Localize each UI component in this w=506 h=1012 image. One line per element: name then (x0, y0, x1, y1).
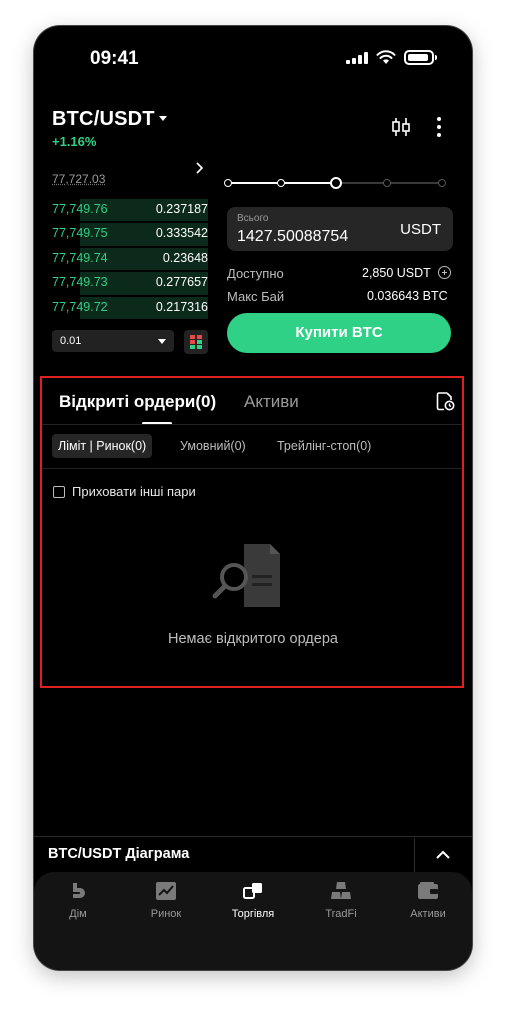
cellular-signal-icon (346, 52, 368, 64)
orderbook-row[interactable]: 77,749.73 0.277657 (52, 271, 208, 295)
bid-quantity: 0.237187 (155, 202, 208, 216)
chevron-down-icon (158, 339, 166, 344)
order-history-icon[interactable] (434, 390, 456, 412)
chevron-up-icon[interactable] (430, 844, 456, 866)
filter-conditional[interactable]: Умовний(0) (180, 434, 246, 458)
tab-assets[interactable]: Активи (244, 392, 299, 412)
nav-item-market[interactable]: Ринок (122, 872, 210, 936)
nav-label: Торгівля (231, 908, 275, 920)
divider (42, 468, 462, 469)
bid-price: 77,749.72 (52, 299, 108, 314)
nav-item-trade[interactable]: Торгівля (209, 872, 297, 936)
buy-button-label: Купити BTC (295, 324, 383, 341)
orderbook-row[interactable]: 77,749.75 0.333542 (52, 222, 208, 246)
slider-handle[interactable] (330, 177, 342, 189)
bottom-nav: Дім Ринок Торгівля TradFi Активи (34, 872, 472, 970)
gold-bars-icon (331, 882, 351, 899)
wifi-icon (376, 50, 396, 64)
nav-item-tradfi[interactable]: TradFi (297, 872, 385, 936)
amount-slider[interactable] (224, 176, 446, 190)
status-time: 09:41 (90, 48, 139, 69)
empty-document-search-icon (212, 544, 280, 607)
trade-icon (243, 883, 262, 899)
candlestick-chart-icon[interactable] (390, 116, 412, 138)
orderbook-row[interactable]: 77,749.76 0.237187 (52, 198, 208, 222)
bid-price: 77,749.74 (52, 250, 108, 265)
nav-label: Активи (410, 908, 446, 920)
total-unit: USDT (400, 221, 441, 238)
filter-limit-market[interactable]: Ліміт | Ринок(0) (52, 434, 153, 458)
bid-quantity: 0.217316 (155, 299, 208, 314)
chevron-right-icon[interactable] (194, 162, 206, 174)
total-value[interactable]: 1427.50088754 (237, 228, 348, 246)
orderbook-bids: 77,749.76 0.237187 77,749.75 0.333542 77,749… (52, 198, 208, 320)
bid-quantity: 0.23648 (162, 250, 208, 265)
bid-quantity: 0.333542 (155, 226, 208, 241)
wallet-icon (418, 882, 438, 899)
nav-label: Ринок (150, 908, 182, 920)
max-buy-label: Макс Бай (227, 289, 285, 304)
more-options-icon[interactable] (434, 116, 444, 138)
tab-open-orders[interactable]: Відкриті ордери(0) (59, 392, 216, 412)
hide-other-pairs-checkbox[interactable] (53, 486, 65, 498)
pair-selector[interactable]: BTC/USDT (52, 108, 155, 131)
nav-item-home[interactable]: Дім (34, 872, 122, 936)
home-icon (73, 883, 85, 898)
total-label: Всього (237, 213, 269, 224)
price-step-value: 0.01 (60, 335, 82, 347)
buy-button[interactable]: Купити BTC (227, 313, 451, 353)
max-buy-value: 0.036643 BTC (367, 289, 448, 303)
available-label: Доступно (227, 266, 284, 281)
divider (42, 424, 462, 425)
divider (414, 838, 415, 872)
orderbook-last-price: 77,727.03 (52, 172, 106, 186)
bid-price: 77,749.73 (52, 275, 108, 290)
bid-price: 77,749.75 (52, 226, 108, 241)
battery-icon (404, 50, 437, 65)
phone-screen: 09:41 BTC/USDT +1.16% 77,727.03 77,749.7… (34, 26, 472, 970)
divider (34, 836, 472, 837)
nav-label: TradFi (325, 908, 357, 920)
pair-dropdown-icon[interactable] (159, 116, 167, 121)
orderbook-row[interactable]: 77,749.74 0.23648 (52, 247, 208, 271)
empty-state-text: Немає відкритого ордера (168, 631, 338, 647)
filter-trailing-stop[interactable]: Трейлінг-стоп(0) (277, 434, 371, 458)
price-step-select[interactable]: 0.01 (52, 330, 174, 352)
hide-other-pairs-label[interactable]: Приховати інші пари (72, 484, 196, 499)
nav-item-assets[interactable]: Активи (384, 872, 472, 936)
available-value: 2,850 USDT (362, 266, 431, 280)
bid-price: 77,749.76 (52, 202, 108, 216)
orderbook-row[interactable]: 77,749.72 0.217316 (52, 296, 208, 320)
add-funds-icon[interactable] (438, 266, 451, 279)
orderbook-layout-icon[interactable] (184, 330, 208, 354)
bid-quantity: 0.277657 (155, 275, 208, 290)
total-input[interactable]: Всього 1427.50088754 USDT (227, 207, 453, 251)
market-chart-icon (156, 882, 176, 900)
price-change: +1.16% (52, 134, 97, 149)
chart-panel-label[interactable]: BTC/USDT Діаграма (48, 846, 189, 862)
nav-label: Дім (69, 908, 87, 920)
